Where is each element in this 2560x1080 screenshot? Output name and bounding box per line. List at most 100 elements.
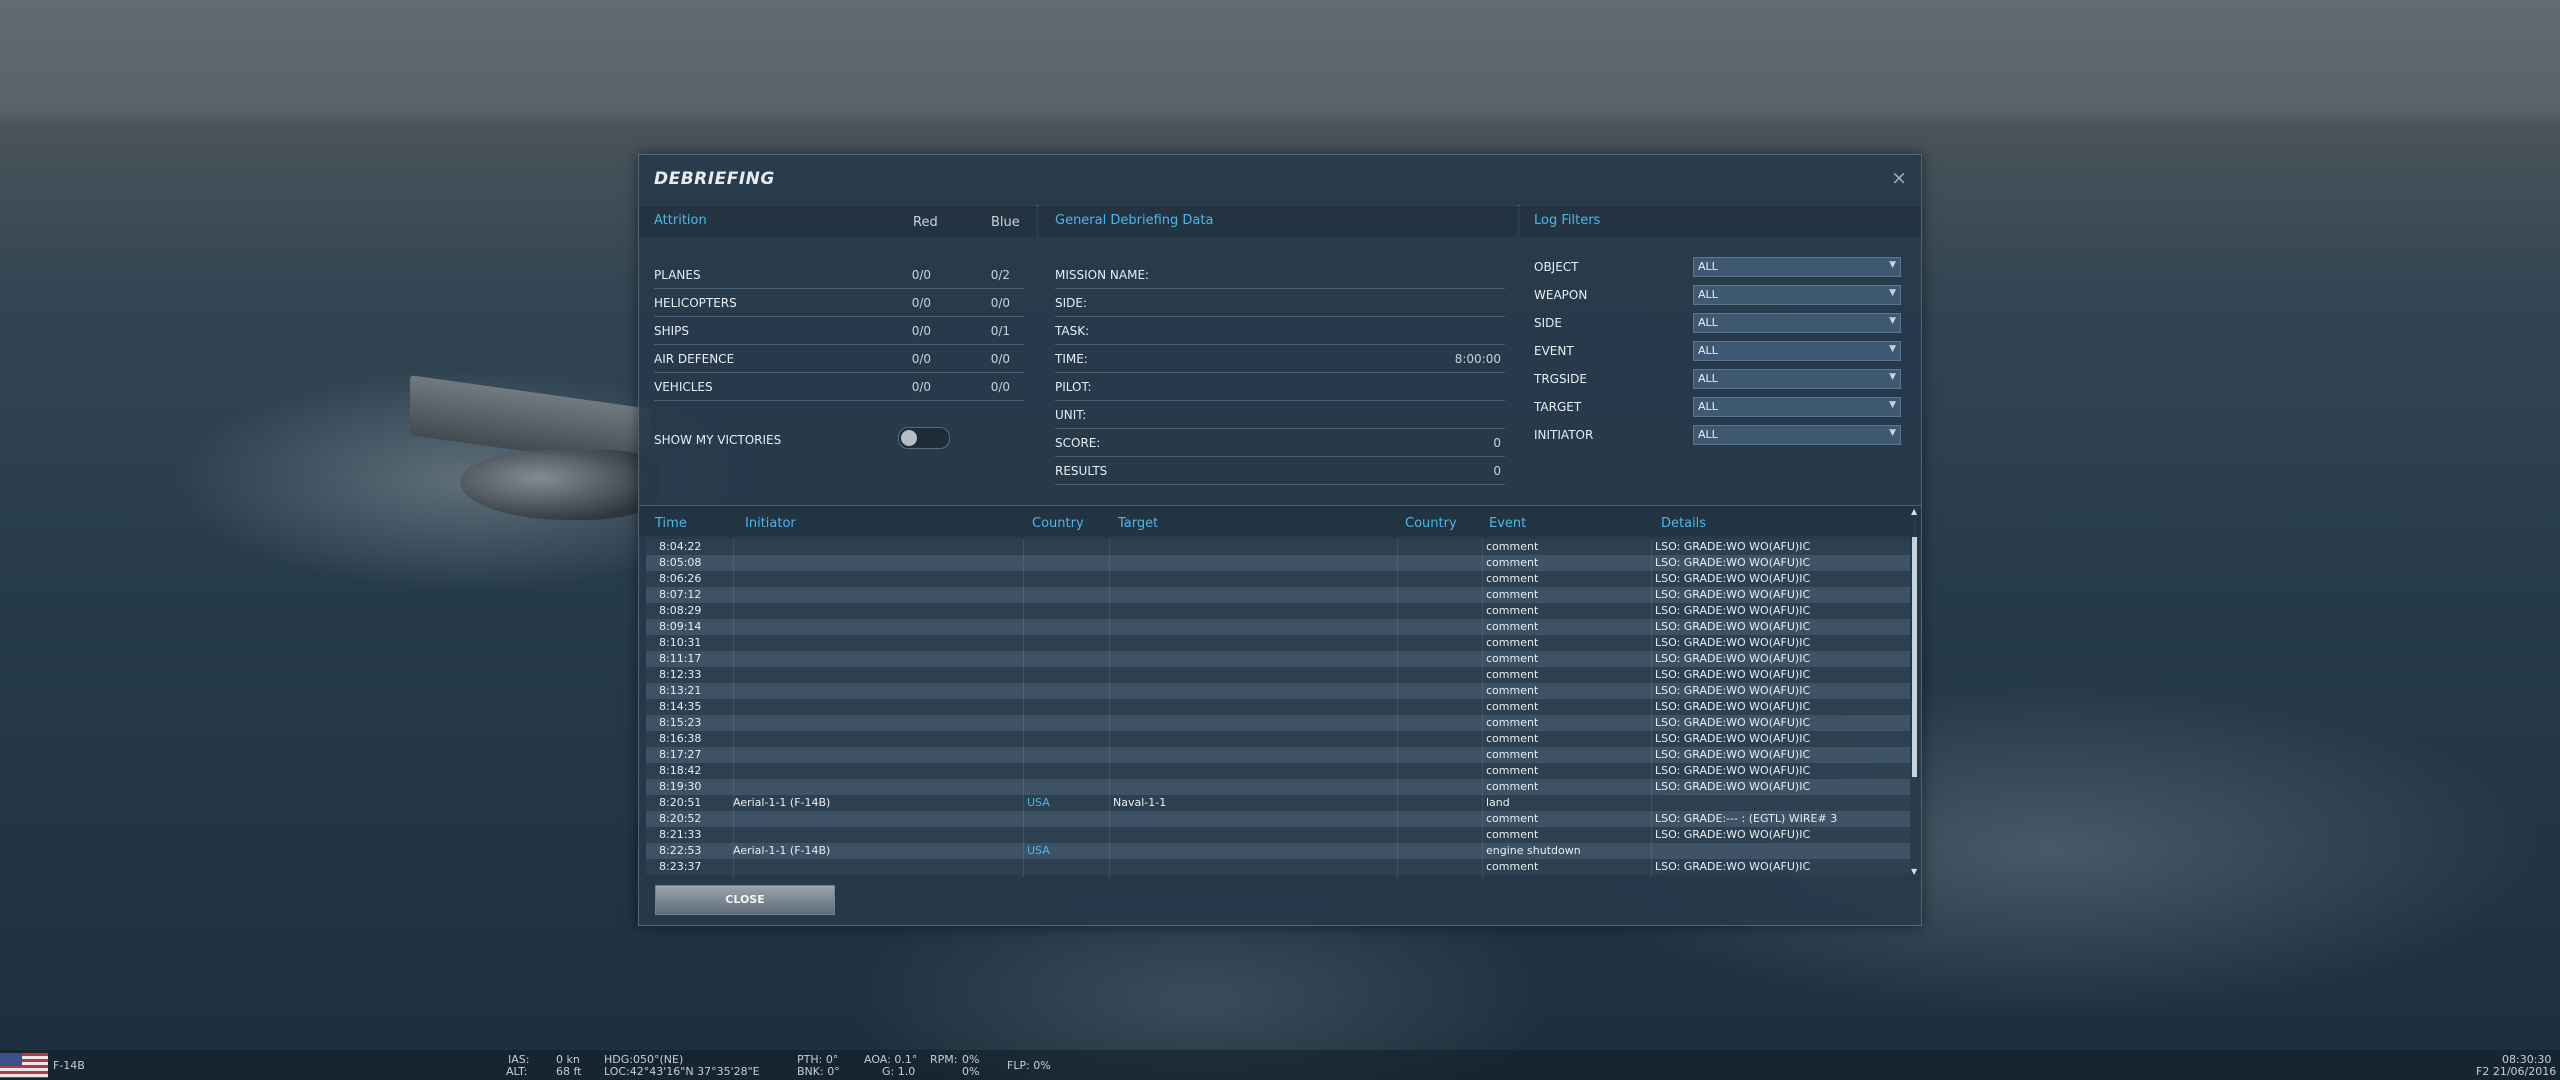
log-col-target[interactable]: Target (1118, 516, 1158, 531)
attrition-row-air-defence: AIR DEFENCE 0/0 0/0 (654, 344, 1024, 373)
filter-value: ALL (1698, 260, 1718, 273)
attrition-label: VEHICLES (654, 380, 713, 394)
log-cell-time: 8:20:52 (659, 812, 702, 825)
log-row[interactable]: 8:07:12 comment LSO: GRADE:WO WO(AFU)IC (646, 587, 1910, 603)
general-row: TASK: (1055, 316, 1505, 345)
filter-weapon-select[interactable]: ALL ▼ (1693, 285, 1901, 305)
log-cell-event: comment (1486, 860, 1539, 873)
general-value: 8:00:00 (1454, 352, 1501, 366)
log-cell-details: LSO: GRADE:WO WO(AFU)IC (1655, 684, 1811, 697)
log-col-country[interactable]: Country (1032, 516, 1084, 531)
log-row[interactable]: 8:04:22 comment LSO: GRADE:WO WO(AFU)IC (646, 539, 1910, 555)
log-row[interactable]: 8:17:27 comment LSO: GRADE:WO WO(AFU)IC (646, 747, 1910, 763)
log-cell-event: comment (1486, 748, 1539, 761)
scroll-up-icon[interactable]: ▲ (1911, 507, 1917, 516)
filter-label: INITIATOR (1534, 428, 1594, 442)
log-col-initiator[interactable]: Initiator (745, 516, 796, 531)
filter-event-select[interactable]: ALL ▼ (1693, 341, 1901, 361)
log-row[interactable]: 8:20:52 comment LSO: GRADE:--- : (EGTL) WI… (646, 811, 1910, 827)
log-cell-details: LSO: GRADE:WO WO(AFU)IC (1655, 716, 1811, 729)
log-cell-details: LSO: GRADE:WO WO(AFU)IC (1655, 828, 1811, 841)
chevron-down-icon: ▼ (1889, 288, 1896, 298)
alt-label: ALT: (506, 1065, 528, 1078)
show-victories-label: SHOW MY VICTORIES (654, 433, 782, 447)
log-col-time[interactable]: Time (655, 516, 687, 531)
filter-label: SIDE (1534, 316, 1562, 330)
log-cell-details: LSO: GRADE:WO WO(AFU)IC (1655, 860, 1811, 873)
filter-object-select[interactable]: ALL ▼ (1693, 257, 1901, 277)
log-row[interactable]: 8:10:31 comment LSO: GRADE:WO WO(AFU)IC (646, 635, 1910, 651)
log-cell-time: 8:18:42 (659, 764, 702, 777)
log-cell-details: LSO: GRADE:WO WO(AFU)IC (1655, 636, 1811, 649)
rpm-label: RPM: (930, 1053, 958, 1066)
log-row[interactable]: 8:13:21 comment LSO: GRADE:WO WO(AFU)IC (646, 683, 1910, 699)
show-victories-toggle[interactable] (898, 427, 950, 449)
log-cell-event: comment (1486, 636, 1539, 649)
attrition-row-ships: SHIPS 0/0 0/1 (654, 316, 1024, 345)
log-table-header (639, 505, 1921, 536)
log-cell-event: engine shutdown (1486, 844, 1581, 857)
log-col-country2[interactable]: Country (1405, 516, 1457, 531)
log-row[interactable]: 8:19:30 comment LSO: GRADE:WO WO(AFU)IC (646, 779, 1910, 795)
chevron-down-icon: ▼ (1889, 428, 1896, 438)
general-row: TIME: 8:00:00 (1055, 344, 1505, 373)
log-cell-details: LSO: GRADE:WO WO(AFU)IC (1655, 604, 1811, 617)
general-label: SIDE: (1055, 296, 1088, 310)
debriefing-dialog: DEBRIEFING × Attrition Red Blue General … (638, 154, 1922, 926)
filter-label: TRGSIDE (1534, 372, 1587, 386)
general-label: TASK: (1055, 324, 1090, 338)
log-row[interactable]: 8:20:51 Aerial-1-1 (F-14B) USA Naval-1-1 lan… (646, 795, 1910, 811)
log-row[interactable]: 8:09:14 comment LSO: GRADE:WO WO(AFU)IC (646, 619, 1910, 635)
close-icon[interactable]: × (1891, 167, 1907, 189)
log-scrollbar[interactable]: ▲ ▼ (1911, 507, 1918, 877)
log-cell-event: comment (1486, 588, 1539, 601)
log-cell-time: 8:12:33 (659, 668, 702, 681)
log-table-body: 8:04:22 comment LSO: GRADE:WO WO(AFU)IC 8:0… (646, 539, 1910, 877)
log-row[interactable]: 8:21:33 comment LSO: GRADE:WO WO(AFU)IC (646, 827, 1910, 843)
log-row[interactable]: 8:06:26 comment LSO: GRADE:WO WO(AFU)IC (646, 571, 1910, 587)
log-cell-time: 8:14:35 (659, 700, 702, 713)
log-row[interactable]: 8:15:23 comment LSO: GRADE:WO WO(AFU)IC (646, 715, 1910, 731)
filter-target-select[interactable]: ALL ▼ (1693, 397, 1901, 417)
scrollbar-thumb[interactable] (1912, 537, 1917, 777)
log-cell-time: 8:20:51 (659, 796, 702, 809)
log-cell-details: LSO: GRADE:WO WO(AFU)IC (1655, 556, 1811, 569)
log-col-details[interactable]: Details (1661, 516, 1706, 531)
log-cell-details: LSO: GRADE:WO WO(AFU)IC (1655, 652, 1811, 665)
filter-side-select[interactable]: ALL ▼ (1693, 313, 1901, 333)
filter-trgside-select[interactable]: ALL ▼ (1693, 369, 1901, 389)
log-col-event[interactable]: Event (1489, 516, 1526, 531)
log-cell-time: 8:04:22 (659, 540, 702, 553)
filter-value: ALL (1698, 344, 1718, 357)
filter-initiator-select[interactable]: ALL ▼ (1693, 425, 1901, 445)
general-label: TIME: (1055, 352, 1088, 366)
close-button[interactable]: CLOSE (655, 885, 835, 915)
attrition-label: HELICOPTERS (654, 296, 737, 310)
log-cell-event: comment (1486, 764, 1539, 777)
log-cell-event: comment (1486, 716, 1539, 729)
log-row[interactable]: 8:08:29 comment LSO: GRADE:WO WO(AFU)IC (646, 603, 1910, 619)
log-row[interactable]: 8:14:35 comment LSO: GRADE:WO WO(AFU)IC (646, 699, 1910, 715)
log-cell-event: land (1486, 796, 1510, 809)
log-cell-event: comment (1486, 812, 1539, 825)
general-row: MISSION NAME: (1055, 260, 1505, 289)
log-row[interactable]: 8:12:33 comment LSO: GRADE:WO WO(AFU)IC (646, 667, 1910, 683)
attrition-blue-value: 0/0 (990, 352, 1010, 366)
log-row[interactable]: 8:22:53 Aerial-1-1 (F-14B) USA engine shutd… (646, 843, 1910, 859)
log-cell-details: LSO: GRADE:WO WO(AFU)IC (1655, 764, 1811, 777)
log-row[interactable]: 8:16:38 comment LSO: GRADE:WO WO(AFU)IC (646, 731, 1910, 747)
log-row[interactable]: 8:23:37 comment LSO: GRADE:WO WO(AFU)IC (646, 859, 1910, 875)
log-row[interactable]: 8:18:42 comment LSO: GRADE:WO WO(AFU)IC (646, 763, 1910, 779)
log-cell-country: USA (1027, 796, 1050, 809)
log-row[interactable]: 8:11:17 comment LSO: GRADE:WO WO(AFU)IC (646, 651, 1910, 667)
log-cell-event: comment (1486, 668, 1539, 681)
chevron-down-icon: ▼ (1889, 400, 1896, 410)
log-cell-time: 8:09:14 (659, 620, 702, 633)
dialog-title: DEBRIEFING (654, 169, 775, 189)
scroll-down-icon[interactable]: ▼ (1911, 867, 1917, 876)
general-row: RESULTS 0 (1055, 456, 1505, 485)
red-column-label: Red (913, 215, 938, 230)
log-cell-event: comment (1486, 604, 1539, 617)
log-row[interactable]: 8:05:08 comment LSO: GRADE:WO WO(AFU)IC (646, 555, 1910, 571)
log-cell-event: comment (1486, 780, 1539, 793)
